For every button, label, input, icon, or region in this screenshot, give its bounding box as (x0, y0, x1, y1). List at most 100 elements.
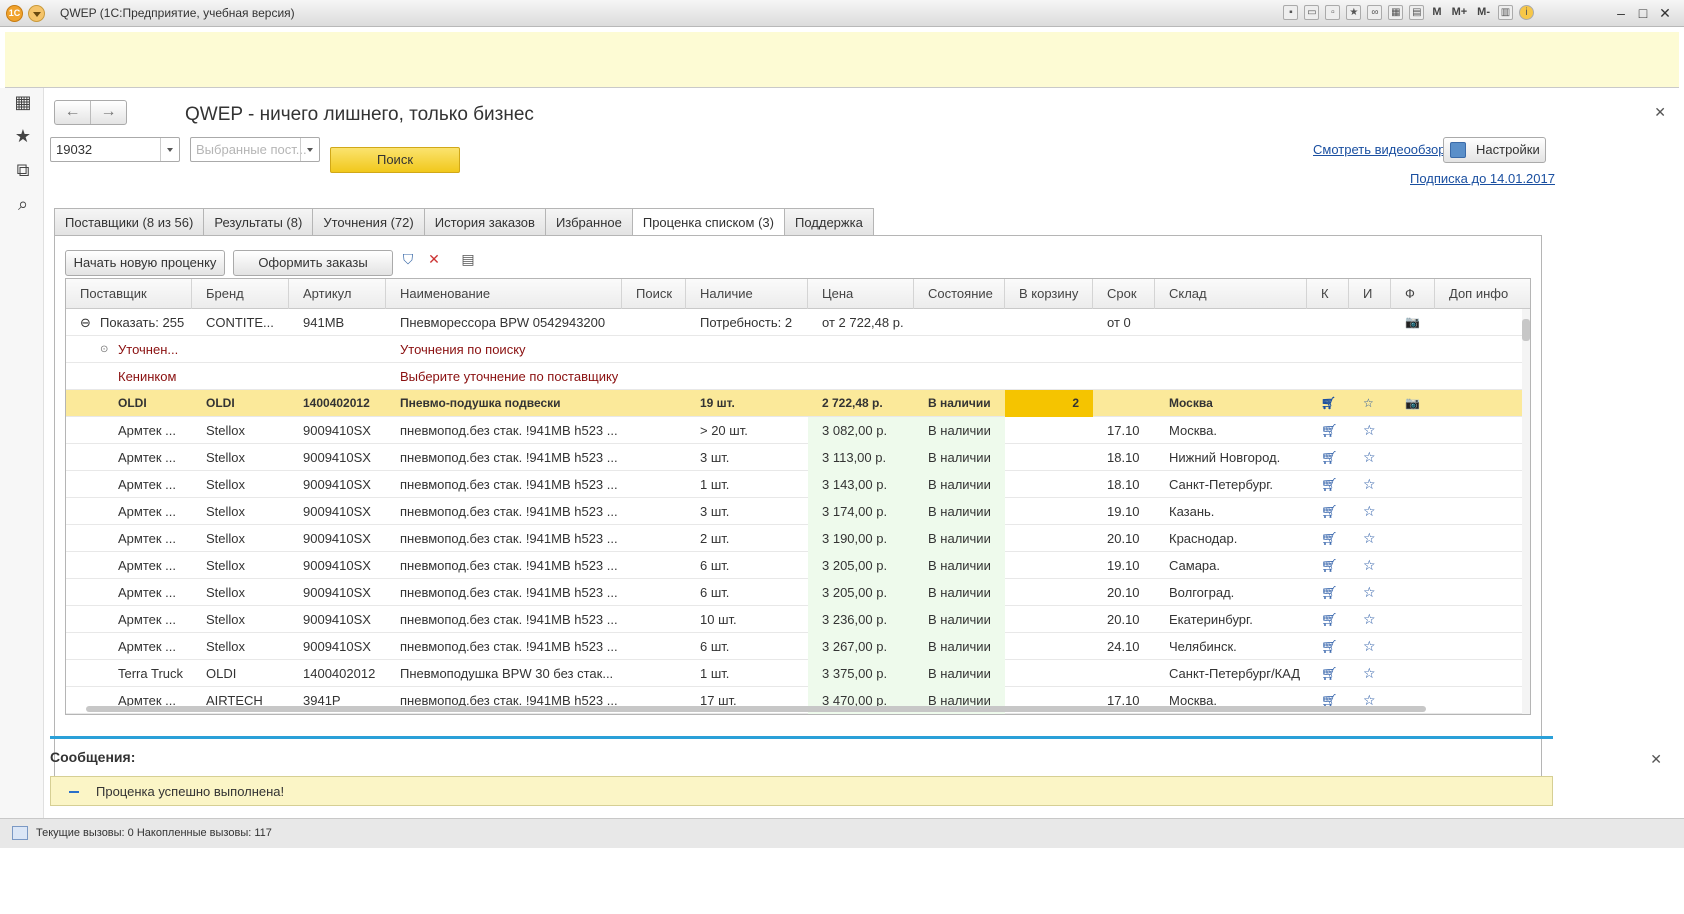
supplier-select[interactable]: Выбранные пост... (190, 137, 320, 162)
close-messages-icon[interactable]: ✕ (1650, 751, 1662, 768)
star-icon[interactable]: ☆ (1349, 471, 1376, 498)
col-f[interactable]: Ф (1391, 279, 1435, 309)
cart-icon[interactable]: 🛒︎ (1307, 660, 1338, 687)
subscription-link[interactable]: Подписка до 14.01.2017 (1410, 171, 1555, 186)
cart-icon[interactable]: 🛒︎ (1307, 525, 1338, 552)
col-extra-info[interactable]: Доп инфо (1435, 279, 1530, 309)
table-row[interactable]: Terra Truck OLDI 1400402012 Пневмоподушка B… (66, 660, 1524, 687)
col-cart[interactable]: В корзину (1005, 279, 1093, 309)
minimize-button[interactable]: – (1610, 3, 1632, 23)
star-icon[interactable]: ☆ (1349, 444, 1376, 471)
tab-list-pricing[interactable]: Проценка списком (3) (631, 208, 785, 237)
tab-suppliers[interactable]: Поставщики (8 из 56) (54, 208, 205, 236)
new-pricing-button[interactable]: Начать новую проценку (65, 250, 225, 276)
table-row[interactable]: Армтек ... Stellox 9009410SX пневмопод.без … (66, 444, 1524, 471)
close-form-icon[interactable]: ✕ (1654, 104, 1666, 121)
sel-cart-qty[interactable]: 2 (1005, 390, 1093, 417)
memory-plus-button[interactable]: M+ (1450, 5, 1470, 20)
col-state[interactable]: Состояние (914, 279, 1005, 309)
app-logo-icon[interactable]: 1C (6, 5, 23, 22)
tab-refinements[interactable]: Уточнения (72) (312, 208, 425, 236)
star-icon[interactable]: ☆ (1349, 552, 1376, 579)
cart-icon[interactable]: 🛒︎ (1307, 390, 1336, 417)
table-row[interactable]: Армтек ... Stellox 9009410SX пневмопод.без … (66, 633, 1524, 660)
col-article[interactable]: Артикул (289, 279, 386, 309)
star-icon[interactable]: ☆ (1349, 579, 1376, 606)
col-supplier[interactable]: Поставщик (66, 279, 192, 309)
print-icon[interactable]: ▤ (459, 250, 477, 268)
memory-m-button[interactable]: M (1430, 5, 1443, 20)
col-stock[interactable]: Наличие (686, 279, 808, 309)
table-row[interactable]: Армтек ... Stellox 9009410SX пневмопод.без … (66, 498, 1524, 525)
save-icon[interactable]: ▪ (1283, 5, 1299, 20)
star-icon[interactable]: ☆ (1349, 606, 1376, 633)
table-row[interactable]: Армтек ... Stellox 9009410SX пневмопод.без … (66, 606, 1524, 633)
refine-row[interactable]: ⊙ Уточнен... Уточнения по поиску (66, 336, 1524, 363)
search-button[interactable]: Поиск (330, 147, 460, 173)
menu-grid-icon[interactable]: ▦ (13, 92, 33, 112)
cart-icon[interactable]: 🛒︎ (1307, 552, 1338, 579)
cart-icon[interactable]: 🛒︎ (1307, 471, 1338, 498)
group-row[interactable]: ⊖ Показать: 255 CONTITE... 941MB Пневмор… (66, 309, 1524, 336)
favorites-star-icon[interactable]: ★ (13, 126, 33, 146)
col-brand[interactable]: Бренд (192, 279, 289, 309)
cart-icon[interactable]: 🛒︎ (1307, 444, 1338, 471)
tab-order-history[interactable]: История заказов (423, 208, 546, 236)
cart-icon[interactable]: 🛒︎ (1307, 633, 1338, 660)
table-row[interactable]: Армтек ... Stellox 9009410SX пневмопод.без … (66, 579, 1524, 606)
search-icon[interactable]: ⌕ (13, 194, 33, 214)
table-row[interactable]: Армтек ... Stellox 9009410SX пневмопод.без … (66, 525, 1524, 552)
info-icon[interactable]: i (1519, 5, 1534, 20)
star-icon[interactable]: ☆ (1349, 525, 1376, 552)
selected-row[interactable]: OLDI OLDI 1400402012 Пневмо-подушка подв… (66, 390, 1524, 417)
col-k[interactable]: К (1307, 279, 1349, 309)
camera-icon[interactable]: 📷 (1391, 309, 1420, 336)
tab-favorites[interactable]: Избранное (544, 208, 633, 236)
history-icon[interactable]: ⧉ (13, 160, 33, 180)
horizontal-scrollbar[interactable] (86, 706, 1426, 712)
search-input[interactable]: 19032 (50, 137, 180, 162)
star-icon[interactable]: ☆ (1349, 390, 1374, 417)
settings-button[interactable]: Настройки (1443, 137, 1546, 163)
col-price[interactable]: Цена (808, 279, 914, 309)
star-icon[interactable]: ☆ (1349, 498, 1376, 525)
chevron-down-icon[interactable] (160, 138, 179, 161)
col-search[interactable]: Поиск (622, 279, 686, 309)
camera-icon[interactable]: 📷 (1391, 390, 1420, 417)
star-icon[interactable]: ☆ (1349, 660, 1376, 687)
calculator-icon[interactable]: ▦ (1388, 5, 1404, 20)
table-row[interactable]: Армтек ... Stellox 9009410SX пневмопод.без … (66, 471, 1524, 498)
cart-icon[interactable]: 🛒︎ (1307, 417, 1338, 444)
back-arrow-icon[interactable]: ← (55, 101, 91, 124)
col-term[interactable]: Срок (1093, 279, 1155, 309)
tab-support[interactable]: Поддержка (783, 208, 874, 236)
print-icon[interactable]: ▭ (1304, 5, 1320, 20)
clear-filter-icon[interactable]: ✕ (425, 250, 443, 268)
cart-icon[interactable]: 🛒︎ (1307, 498, 1338, 525)
table-row[interactable]: Армтек ... Stellox 9009410SX пневмопод.без … (66, 552, 1524, 579)
memory-minus-button[interactable]: M- (1475, 5, 1492, 20)
star-icon[interactable]: ☆ (1349, 417, 1376, 444)
forward-arrow-icon[interactable]: → (91, 101, 126, 124)
main-menu-button[interactable] (28, 5, 45, 22)
col-i[interactable]: И (1349, 279, 1391, 309)
preview-icon[interactable]: ▫ (1325, 5, 1341, 20)
layout-icon[interactable]: ▥ (1498, 5, 1513, 20)
col-name[interactable]: Наименование (386, 279, 622, 309)
col-warehouse[interactable]: Склад (1155, 279, 1307, 309)
table-row[interactable]: Армтек ... Stellox 9009410SX пневмопод.без … (66, 417, 1524, 444)
scroll-thumb[interactable] (1522, 319, 1530, 341)
keninkom-row[interactable]: Кенинком Выберите уточнение по поставщик… (66, 363, 1524, 390)
vertical-scrollbar[interactable] (1522, 309, 1530, 714)
tab-results[interactable]: Результаты (8) (203, 208, 314, 236)
cart-icon[interactable]: 🛒︎ (1307, 579, 1338, 606)
video-review-link[interactable]: Смотреть видеообзор (1313, 142, 1445, 157)
chevron-down-icon[interactable] (300, 138, 319, 161)
star-icon[interactable]: ☆ (1349, 633, 1376, 660)
close-window-button[interactable]: ✕ (1654, 3, 1676, 23)
filter-icon[interactable]: ⛉ (399, 250, 417, 268)
link-icon[interactable]: ∞ (1367, 5, 1383, 20)
calls-icon[interactable] (12, 826, 28, 840)
cart-icon[interactable]: 🛒︎ (1307, 606, 1338, 633)
favorite-add-icon[interactable]: ★ (1346, 5, 1362, 20)
